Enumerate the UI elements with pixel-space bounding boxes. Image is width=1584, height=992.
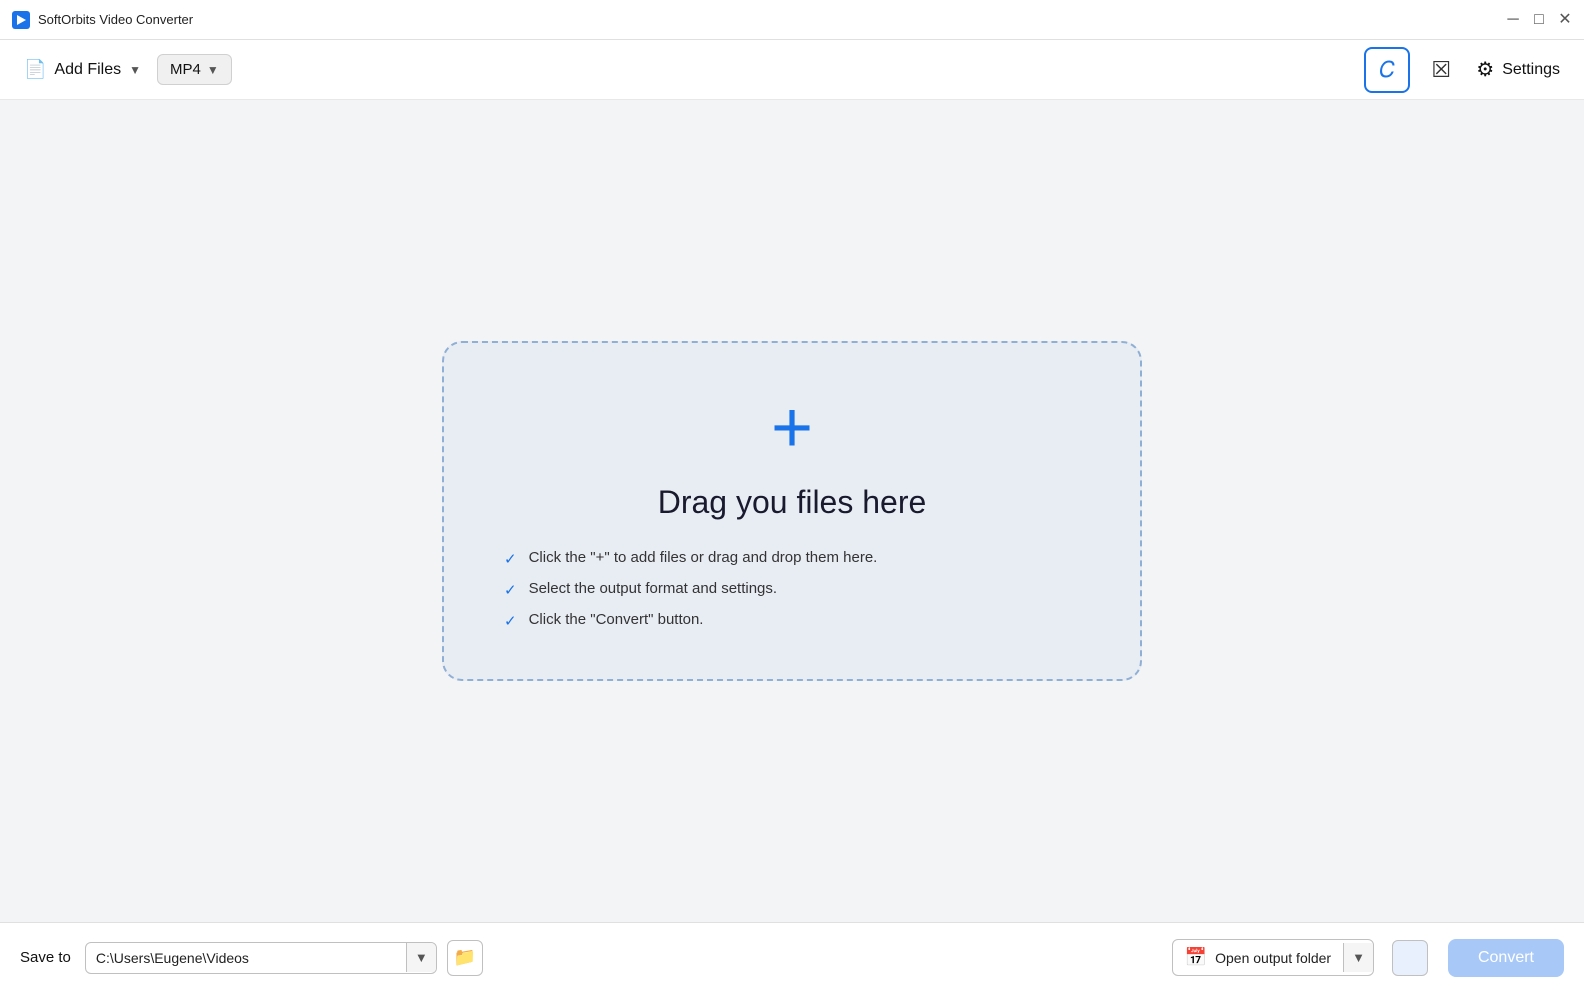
drop-plus-icon: +	[771, 392, 813, 464]
format-label: MP4	[170, 61, 201, 78]
folder-browse-button[interactable]: 📁	[447, 940, 483, 976]
grid-view-button[interactable]: ⁤	[1392, 940, 1428, 976]
folder-icon: 📁	[454, 947, 476, 968]
open-output-dropdown[interactable]: ▼	[1343, 943, 1373, 972]
checkmark-icon: ☒	[1431, 57, 1451, 83]
drop-hint-2: ✓ Select the output format and settings.	[504, 580, 1080, 599]
convert-c-icon: 𝐶	[1379, 57, 1395, 83]
save-path-wrapper: ▼	[85, 942, 437, 974]
open-output-button[interactable]: 📅 Open output folder	[1173, 940, 1343, 975]
add-files-chevron-icon: ▼	[129, 63, 141, 77]
save-path-input[interactable]	[86, 943, 406, 973]
open-output-label: Open output folder	[1215, 950, 1331, 966]
titlebar: SoftOrbits Video Converter ─ □ ✕	[0, 0, 1584, 40]
hint-text-1: Click the "+" to add files or drag and d…	[529, 549, 878, 566]
settings-label: Settings	[1502, 61, 1560, 79]
file-icon: 📄	[24, 59, 46, 80]
save-path-dropdown[interactable]: ▼	[406, 943, 436, 972]
add-files-label: Add Files	[54, 61, 121, 79]
format-dropdown[interactable]: MP4 ▼	[157, 54, 232, 85]
add-files-button[interactable]: 📄 Add Files ▼	[20, 53, 145, 86]
hint-text-2: Select the output format and settings.	[529, 580, 777, 597]
drop-hints: ✓ Click the "+" to add files or drag and…	[504, 549, 1080, 630]
hint-check-icon-3: ✓	[504, 612, 517, 630]
convert-button[interactable]: Convert	[1448, 939, 1564, 977]
drop-hint-1: ✓ Click the "+" to add files or drag and…	[504, 549, 1080, 568]
hint-check-icon-2: ✓	[504, 581, 517, 599]
checkmark-button[interactable]: ☒	[1422, 51, 1460, 89]
toolbar: 📄 Add Files ▼ MP4 ▼ 𝐶 ☒ ⚙ Settings	[0, 40, 1584, 100]
minimize-button[interactable]: ─	[1506, 13, 1520, 27]
footer: Save to ▼ 📁 📅 Open output folder ▼ ⁤ Con…	[0, 922, 1584, 992]
hint-text-3: Click the "Convert" button.	[529, 611, 704, 628]
drop-hint-3: ✓ Click the "Convert" button.	[504, 611, 1080, 630]
app-title: SoftOrbits Video Converter	[38, 12, 1506, 27]
drop-zone[interactable]: + Drag you files here ✓ Click the "+" to…	[442, 341, 1142, 681]
drop-title: Drag you files here	[658, 484, 927, 521]
save-to-label: Save to	[20, 949, 71, 966]
format-chevron-icon: ▼	[207, 63, 219, 77]
window-controls: ─ □ ✕	[1506, 13, 1572, 27]
save-path-chevron-icon: ▼	[415, 950, 428, 965]
app-logo	[12, 11, 30, 29]
settings-button[interactable]: ⚙ Settings	[1472, 51, 1564, 88]
main-content: + Drag you files here ✓ Click the "+" to…	[0, 100, 1584, 922]
gear-icon: ⚙	[1476, 57, 1494, 82]
convert-icon-button[interactable]: 𝐶	[1364, 47, 1410, 93]
close-button[interactable]: ✕	[1558, 13, 1572, 27]
open-output-wrapper: 📅 Open output folder ▼	[1172, 939, 1374, 976]
hint-check-icon-1: ✓	[504, 550, 517, 568]
open-output-chevron-icon: ▼	[1352, 950, 1365, 965]
calendar-icon: 📅	[1185, 947, 1207, 968]
maximize-button[interactable]: □	[1532, 13, 1546, 27]
convert-label: Convert	[1478, 949, 1534, 966]
